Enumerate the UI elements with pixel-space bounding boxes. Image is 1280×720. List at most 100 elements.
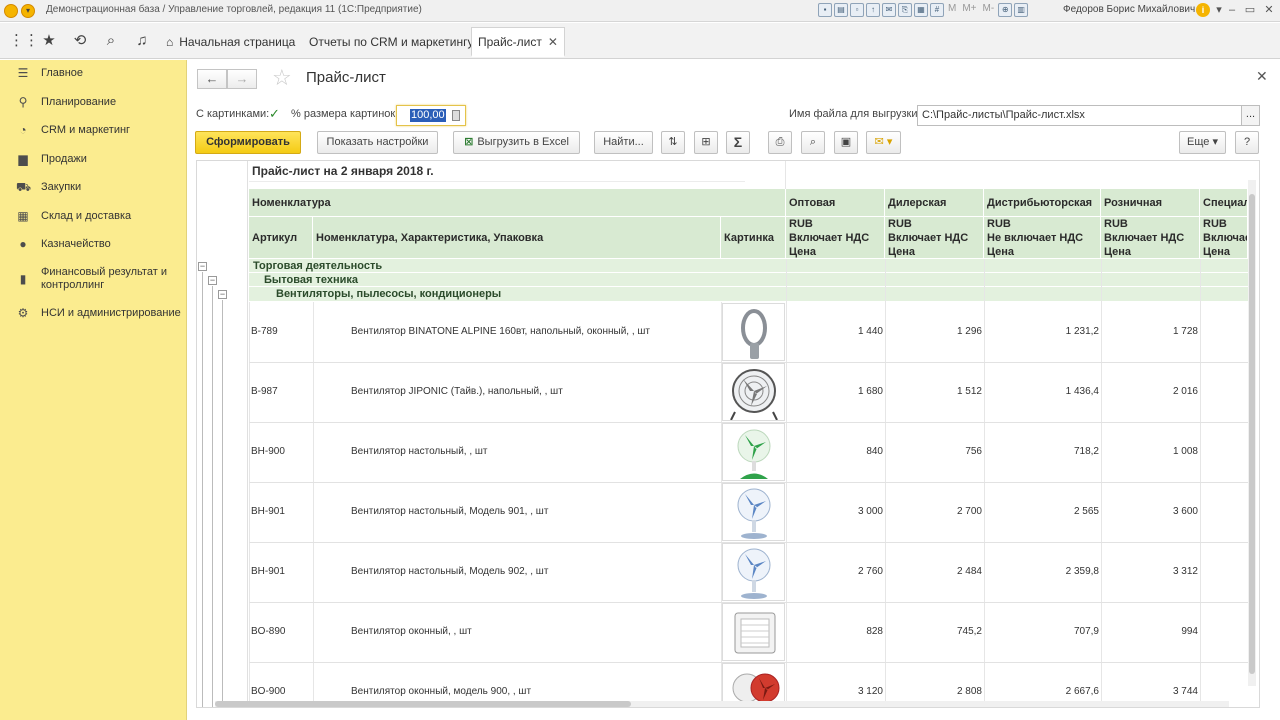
cart-icon: ⛟	[16, 180, 32, 194]
sidebar-item-financial-result[interactable]: ▮ Финансовый результат и контроллинг	[0, 266, 187, 292]
collapse-group-icon[interactable]: −	[218, 290, 227, 299]
warehouse-icon: ▦	[17, 209, 29, 223]
horizontal-scroll-thumb[interactable]	[215, 701, 631, 707]
sidebar-item-purchases[interactable]: ⛟ Закупки	[0, 180, 187, 194]
mail-icon[interactable]: ✉	[882, 3, 896, 17]
price-retail: 3 600	[1172, 506, 1198, 517]
price-header-retail: Розничная	[1101, 189, 1200, 217]
memory-plus-button[interactable]: M+	[960, 3, 978, 17]
notifications-bell-icon[interactable]: ♫	[133, 32, 151, 50]
find-button[interactable]: Найти...	[594, 131, 653, 154]
save-icon[interactable]: ▣	[834, 131, 858, 154]
minimize-icon[interactable]: –	[1224, 2, 1240, 18]
calendar-icon[interactable]: ▦	[914, 3, 928, 17]
more-button[interactable]: Еще ▾	[1179, 131, 1226, 154]
bar-chart-icon: ▮	[19, 272, 27, 286]
price-retail: 994	[1181, 626, 1198, 637]
with-images-checkbox[interactable]: ✓	[269, 107, 283, 121]
vat-note: Включает НДС	[888, 232, 969, 244]
print-icon[interactable]: ▤	[834, 3, 848, 17]
gear-icon: ⚙	[17, 306, 29, 320]
name-cell: Вентилятор BINATONE ALPINE 160вт, наполь…	[351, 326, 650, 337]
price-dealer: 2 808	[956, 686, 982, 697]
export-excel-button[interactable]: ⊠ Выгрузить в Excel	[453, 131, 580, 154]
image-size-input[interactable]: 100,00	[396, 105, 466, 126]
price-subheader-special: RUB Включае Цена	[1200, 217, 1248, 259]
tab-label: Начальная страница	[179, 35, 296, 49]
price-header-wholesale: Оптовая	[786, 189, 885, 217]
sidebar-item-admin[interactable]: ⚙ НСИ и администрирование	[0, 306, 187, 320]
group-icon[interactable]: ⊞	[694, 131, 718, 154]
sidebar-item-warehouse[interactable]: ▦ Склад и доставка	[0, 209, 187, 223]
main-menu-icon[interactable]: ▾	[21, 4, 35, 18]
current-user[interactable]: Федоров Борис Михайлович	[1063, 4, 1195, 15]
price-dealer: 756	[965, 446, 982, 457]
sidebar-item-planning[interactable]: ⚲ Планирование	[0, 95, 187, 109]
memory-minus-button[interactable]: M-	[981, 3, 997, 17]
history-icon[interactable]: ⟲	[71, 32, 89, 50]
maximize-icon[interactable]: ▭	[1242, 2, 1258, 18]
save-icon[interactable]: ▪	[818, 3, 832, 17]
grouping-gutter: − − −	[197, 161, 248, 707]
calculator-icon[interactable]	[452, 110, 460, 121]
print-icon[interactable]: ⎙	[768, 131, 792, 154]
generate-button[interactable]: Сформировать	[195, 131, 301, 154]
sidebar-item-crm[interactable]: ◔ CRM и маркетинг	[0, 123, 187, 137]
excel-icon: ⊠	[464, 136, 474, 148]
favorites-star-icon[interactable]: ★	[40, 32, 58, 50]
show-settings-button[interactable]: Показать настройки	[317, 131, 438, 154]
favorite-star-icon[interactable]: ☆	[272, 67, 292, 89]
window-title: Демонстрационная база / Управление торго…	[46, 4, 422, 15]
help-button[interactable]: ?	[1235, 131, 1259, 154]
article-cell: BO-890	[251, 626, 286, 637]
choose-file-button[interactable]: ...	[1241, 105, 1260, 126]
horizontal-scrollbar[interactable]	[215, 701, 1229, 707]
apps-grid-icon[interactable]: ⋮⋮	[9, 32, 39, 50]
app-logo-icon[interactable]	[4, 4, 18, 18]
memory-button[interactable]: M	[946, 3, 958, 17]
article-cell: B-987	[251, 386, 278, 397]
forward-button[interactable]: →	[227, 69, 257, 89]
close-tab-icon[interactable]: ✕	[548, 35, 558, 49]
vertical-scroll-thumb[interactable]	[1249, 194, 1255, 674]
bag-icon: ▆	[18, 152, 28, 166]
back-button[interactable]: ←	[197, 69, 227, 89]
price-retail: 1 008	[1172, 446, 1198, 457]
price-distributor: 2 667,6	[1065, 686, 1099, 697]
tab-crm-reports[interactable]: Отчеты по CRM и маркетингу ✕	[303, 27, 496, 57]
preview-icon[interactable]: ⌕	[801, 131, 825, 154]
calculator-icon[interactable]: #	[930, 3, 944, 17]
product-image-bladeless-fan	[722, 303, 785, 361]
group-row-fans: Вентиляторы, пылесосы, кондиционеры	[249, 287, 1248, 302]
preview-icon[interactable]: ▫	[850, 3, 864, 17]
sum-icon[interactable]: Σ	[726, 131, 750, 154]
search-icon[interactable]: ⌕	[102, 32, 120, 50]
currency: RUB	[1104, 218, 1128, 230]
tab-price-list[interactable]: Прайс-лист ✕	[471, 27, 565, 57]
vat-note: Включает НДС	[1104, 232, 1185, 244]
sidebar-item-treasury[interactable]: ● Казначейство	[0, 237, 187, 251]
report-spreadsheet[interactable]: − − − Прайс-лист на 2 января 2018 г. Ном…	[196, 160, 1260, 708]
copy-icon[interactable]: ⎘	[898, 3, 912, 17]
export-icon[interactable]: ↑	[866, 3, 880, 17]
send-mail-icon[interactable]: ✉ ▾	[866, 131, 901, 154]
export-file-input[interactable]: C:\Прайс-листы\Прайс-лист.xlsx	[917, 105, 1242, 126]
price-dealer: 1 296	[956, 326, 982, 337]
vertical-scrollbar[interactable]	[1248, 180, 1256, 686]
home-icon: ⌂	[166, 35, 174, 49]
close-form-icon[interactable]: ✕	[1256, 68, 1268, 85]
article-cell: BO-900	[251, 686, 286, 697]
tab-home[interactable]: ⌂ Начальная страница	[160, 27, 301, 57]
sidebar-item-sales[interactable]: ▆ Продажи	[0, 152, 187, 166]
collapse-group-icon[interactable]: −	[208, 276, 217, 285]
info-icon[interactable]: i	[1196, 3, 1210, 17]
zoom-icon[interactable]: ⊕	[998, 3, 1013, 17]
price-retail: 1 728	[1172, 326, 1198, 337]
collapse-group-icon[interactable]: −	[198, 262, 207, 271]
price-unit: Цена	[987, 246, 1015, 258]
price-dealer: 745,2	[956, 626, 982, 637]
sidebar-item-main[interactable]: ☰ Главное	[0, 66, 187, 80]
panels-icon[interactable]: ▥	[1014, 3, 1029, 17]
close-window-icon[interactable]: ✕	[1261, 2, 1277, 18]
sort-icon[interactable]: ⇅	[661, 131, 685, 154]
